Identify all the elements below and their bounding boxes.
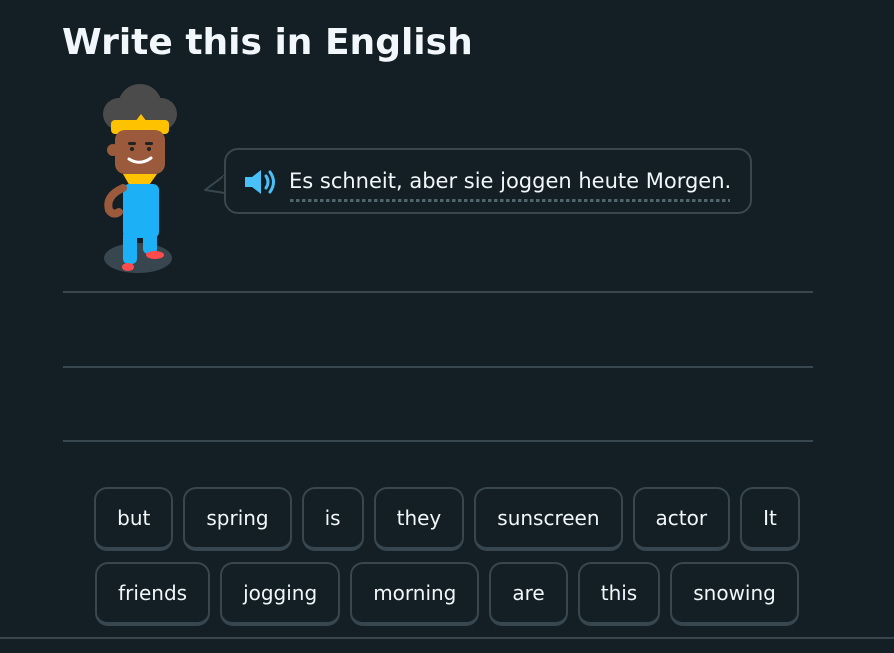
answer-line-1[interactable]: [63, 291, 813, 293]
answer-line-3[interactable]: [63, 440, 813, 442]
character-illustration: [103, 84, 177, 273]
word-chip-actor[interactable]: actor: [632, 487, 731, 551]
word-chip-it[interactable]: It: [740, 487, 800, 551]
word-chip-spring[interactable]: spring: [183, 487, 292, 551]
word-chip-are[interactable]: are: [489, 562, 568, 626]
word-chip-morning[interactable]: morning: [350, 562, 480, 626]
word-chip-sunscreen[interactable]: sunscreen: [474, 487, 623, 551]
word-chip-is[interactable]: is: [301, 487, 364, 551]
word-chip-this[interactable]: this: [577, 562, 661, 626]
word-bank: but spring is they sunscreen actor It fr…: [0, 487, 894, 637]
exercise-page: Write this in English Es schneit, aber s…: [0, 0, 894, 653]
word-chip-but[interactable]: but: [94, 487, 174, 551]
answer-line-2[interactable]: [63, 366, 813, 368]
speaker-icon[interactable]: [242, 167, 278, 197]
word-chip-friends[interactable]: friends: [95, 562, 211, 626]
word-bank-row-1: but spring is they sunscreen actor It: [0, 487, 894, 551]
word-chip-jogging[interactable]: jogging: [220, 562, 341, 626]
prompt-speech-bubble: Es schneit, aber sie joggen heute Morgen…: [224, 148, 752, 214]
challenge-title: Write this in English: [62, 22, 473, 63]
word-hint-underline: [290, 199, 730, 202]
word-bank-row-2: friends jogging morning are this snowing: [0, 562, 894, 626]
prompt-sentence[interactable]: Es schneit, aber sie joggen heute Morgen…: [289, 167, 731, 195]
word-chip-snowing[interactable]: snowing: [670, 562, 799, 626]
footer-divider: [0, 637, 894, 639]
word-chip-they[interactable]: they: [373, 487, 465, 551]
